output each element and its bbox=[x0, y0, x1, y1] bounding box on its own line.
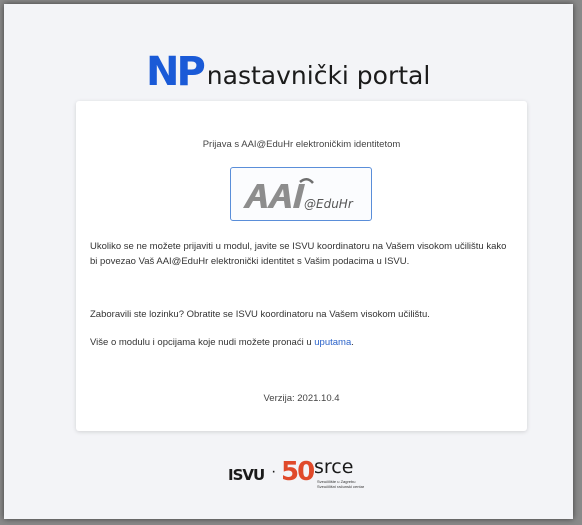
srce-subtitle-line2: Sveučilišni računski centar bbox=[317, 484, 365, 489]
login-heading: Prijava s AAI@EduHr elektroničkim identi… bbox=[202, 139, 401, 150]
logo-separator: · bbox=[271, 463, 277, 480]
app-window: NP nastavnički portal Prijava s AAI@EduH… bbox=[4, 4, 573, 519]
login-card: Prijava s AAI@EduHr elektroničkim identi… bbox=[76, 101, 527, 431]
aai-eduhr-login-button[interactable]: @EduHr bbox=[230, 167, 372, 221]
more-info-suffix: . bbox=[351, 337, 354, 348]
eduhr-text: @EduHr bbox=[304, 197, 354, 211]
footer-logos: ISVU · 50 srce Sveučilište u Zagrebu Sve… bbox=[228, 456, 428, 489]
np-logo-mark: NP bbox=[146, 49, 206, 95]
version-label: Verzija: 2021.10.4 bbox=[263, 393, 340, 404]
srce-logo: srce bbox=[314, 456, 354, 478]
aai-eduhr-logo-icon: @EduHr bbox=[243, 178, 354, 211]
more-info-prefix: Više o modulu i opcijama koje nudi možet… bbox=[90, 337, 312, 348]
srce-50-anniversary-icon: 50 bbox=[281, 457, 315, 487]
isvu-logo: ISVU bbox=[228, 466, 265, 484]
portal-logo: NP nastavnički portal bbox=[146, 42, 430, 92]
portal-title: nastavnički portal bbox=[206, 61, 431, 90]
instructions-link[interactable]: uputama bbox=[314, 337, 351, 348]
password-help-text: Zaboravili ste lozinku? Obratite se ISVU… bbox=[90, 309, 430, 320]
login-help-text: Ukoliko se ne možete prijaviti u modul, … bbox=[90, 241, 507, 267]
more-info-text: Više o modulu i opcijama koje nudi možet… bbox=[90, 335, 514, 350]
